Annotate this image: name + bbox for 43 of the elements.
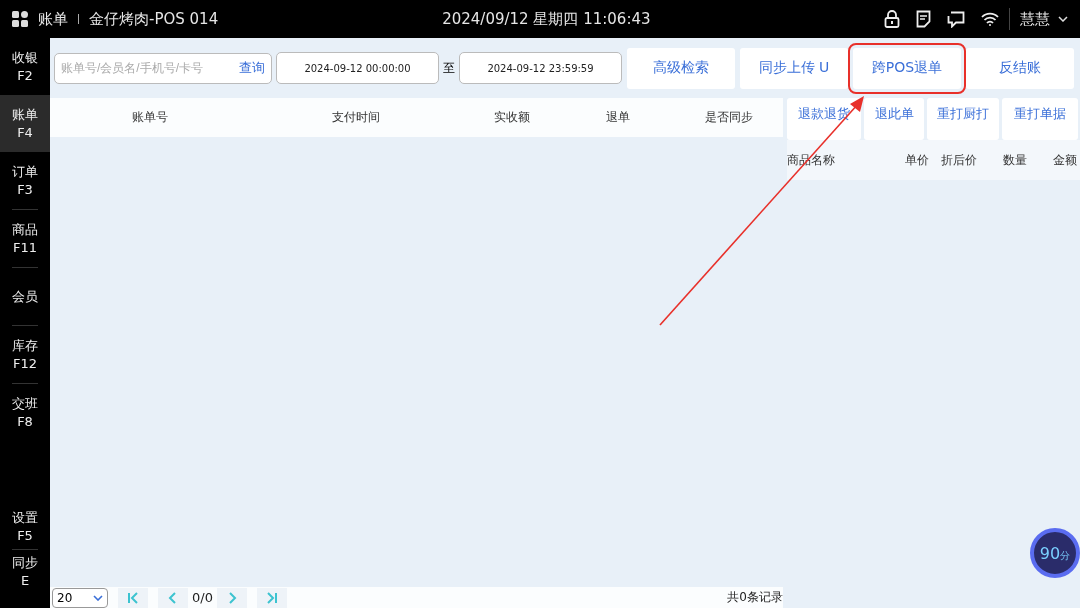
last-page-button[interactable] — [256, 587, 287, 608]
first-page-button[interactable] — [118, 587, 148, 608]
chevron-left-icon[interactable] — [167, 591, 179, 604]
search-field[interactable]: 账单号/会员名/手机号/卡号 查询 — [54, 52, 272, 84]
chat-icon[interactable] — [947, 10, 965, 28]
next-page-button[interactable] — [216, 587, 247, 608]
detail-button[interactable]: 重打厨打 — [927, 98, 999, 140]
column-header: 折后价 — [940, 151, 977, 169]
start-date-field[interactable]: 2024-09-12 00:00:00 — [276, 52, 439, 84]
apps-icon[interactable] — [12, 11, 28, 27]
column-header: 支付时间 — [331, 109, 381, 126]
detail-button[interactable]: 退此单 — [864, 98, 924, 140]
column-header: 实收额 — [493, 109, 531, 126]
last-page-icon[interactable] — [265, 591, 278, 604]
lock-icon[interactable] — [884, 10, 900, 28]
query-link[interactable]: 查询 — [239, 59, 265, 77]
store-name: 金仔烤肉-POS 014 — [89, 9, 219, 29]
detail-button[interactable]: 重打单据 — [1002, 98, 1078, 140]
user-name[interactable]: 慧慧 — [1020, 9, 1050, 29]
column-header: 数量 — [1002, 151, 1027, 169]
page-size-select[interactable]: 20 — [52, 587, 108, 608]
toolbar-button[interactable]: 反结账 — [966, 47, 1074, 89]
end-date-field[interactable]: 2024-09-12 23:59:59 — [459, 52, 622, 84]
page-indicator: 0/0 — [192, 590, 213, 605]
previous-page-button[interactable] — [158, 587, 188, 608]
date-time: 2024/09/12 星期四 11:06:43 — [442, 9, 651, 29]
score-unit: 分 — [1060, 549, 1071, 563]
range-separator: 至 — [443, 59, 455, 77]
detail-button[interactable]: 退款退货 — [787, 98, 861, 140]
wifi-icon[interactable] — [981, 12, 999, 26]
column-header: 单价 — [904, 151, 929, 169]
record-count: 共0条记录 — [727, 589, 783, 606]
column-header: 退单 — [605, 109, 631, 126]
toolbar-button[interactable]: 高级检索 — [627, 47, 735, 89]
sidebar-item[interactable]: 账单 F4 — [0, 95, 50, 152]
note-icon[interactable] — [916, 10, 931, 28]
toolbar-button[interactable]: 同步上传 U — [740, 47, 848, 89]
section-title: 账单 — [38, 9, 68, 29]
score-value: 90 — [1039, 543, 1061, 563]
column-header: 是否同步 — [703, 109, 754, 126]
first-page-icon[interactable] — [127, 591, 139, 604]
column-header: 金额 — [1052, 151, 1077, 169]
column-header: 账单号 — [131, 109, 169, 126]
